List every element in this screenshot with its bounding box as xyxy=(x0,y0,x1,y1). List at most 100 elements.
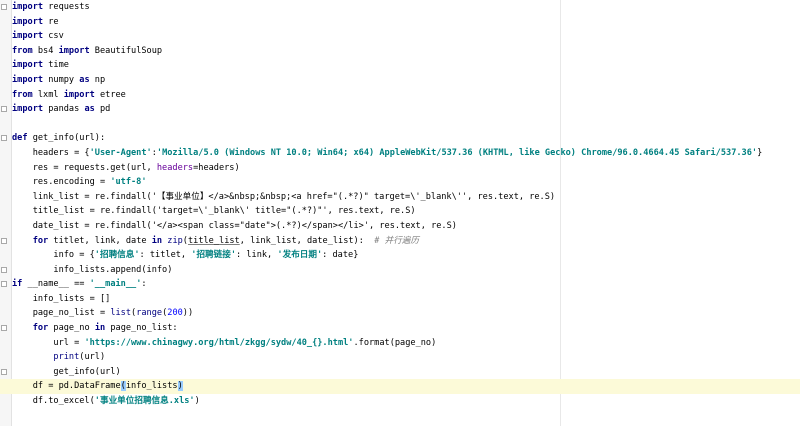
fold-marker-icon[interactable] xyxy=(1,368,7,375)
code-token-txt: pandas xyxy=(43,104,85,115)
code-token-txt: (url) xyxy=(79,352,106,363)
code-line[interactable]: url = 'https://www.chinagwy.org/html/zkg… xyxy=(0,336,800,351)
code-line[interactable]: df.to_excel('事业单位招聘信息.xls') xyxy=(0,394,800,409)
code-line[interactable]: from bs4 import BeautifulSoup xyxy=(0,44,800,59)
code-token-builtin: range xyxy=(136,308,163,319)
code-line[interactable]: date_list = re.findall('</a><span class=… xyxy=(0,219,800,234)
code-line[interactable]: headers = {'User-Agent':'Mozilla/5.0 (Wi… xyxy=(0,146,800,161)
code-token-kw: in xyxy=(151,235,163,246)
code-line[interactable]: info_lists.append(info) xyxy=(0,263,800,278)
code-token-kw: in xyxy=(94,323,106,334)
code-line[interactable]: print(url) xyxy=(0,350,800,365)
code-line[interactable]: if __name__ == '__main__': xyxy=(0,277,800,292)
code-token-txt: BeautifulSoup xyxy=(89,45,163,56)
code-token-txt: title_list = re.findall('target=\'_blank… xyxy=(12,206,416,217)
code-token-kw: import xyxy=(12,60,44,71)
code-line[interactable]: import time xyxy=(0,58,800,73)
code-token-under: title_list xyxy=(187,235,240,246)
code-lines[interactable]: import requests import re import csv from b… xyxy=(0,0,800,409)
code-token-txt: df = pd.DataFrame xyxy=(12,381,121,392)
code-token-txt: numpy xyxy=(43,74,80,85)
code-line[interactable]: page_no_list = list(range(200)) xyxy=(0,306,800,321)
code-line[interactable]: import re xyxy=(0,15,800,30)
fold-marker-icon[interactable] xyxy=(1,237,7,244)
code-token-txt: time xyxy=(43,60,69,71)
code-token-txt: __name__ == xyxy=(22,279,90,290)
code-editor[interactable]: import requests import re import csv from b… xyxy=(0,0,800,426)
code-line[interactable]: res = requests.get(url, headers=headers) xyxy=(0,161,800,176)
code-line[interactable]: import requests xyxy=(0,0,800,15)
code-token-kw: as xyxy=(79,74,90,85)
code-token-kw: def xyxy=(12,133,28,144)
code-line[interactable]: import csv xyxy=(0,29,800,44)
code-token-txt: } xyxy=(757,147,763,158)
code-line[interactable]: for page_no in page_no_list: xyxy=(0,321,800,336)
fold-marker-icon[interactable] xyxy=(1,106,7,113)
code-token-txt: , link_list, date_list): xyxy=(239,235,375,246)
code-line[interactable]: import numpy as np xyxy=(0,73,800,88)
code-token-txt: page_no_list = xyxy=(12,308,111,319)
code-token-str: '发布日期' xyxy=(277,250,323,261)
code-token-str: 'Mozilla/5.0 (Windows NT 10.0; Win64; x6… xyxy=(156,147,758,158)
code-token-match: ) xyxy=(177,381,183,392)
code-token-str: 'https://www.chinagwy.org/html/zkgg/sydw… xyxy=(84,337,354,348)
code-line[interactable]: def get_info(url): xyxy=(0,131,800,146)
code-line[interactable]: for titlet, link, date in zip(title_list… xyxy=(0,234,800,249)
code-line[interactable]: from lxml import etree xyxy=(0,88,800,103)
code-token-builtin: print xyxy=(53,352,80,363)
code-token-kwarg: headers xyxy=(156,162,194,173)
code-token-kw: if xyxy=(12,279,23,290)
code-line[interactable]: link_list = re.findall('【事业单位】</a>&nbsp;… xyxy=(0,190,800,205)
code-token-str: '招聘信息' xyxy=(94,250,140,261)
code-token-txt: : xyxy=(141,279,147,290)
code-line[interactable]: info = {'招聘信息': titlet, '招聘链接': link, '发… xyxy=(0,248,800,263)
fold-marker-icon[interactable] xyxy=(1,281,7,288)
fold-marker-icon[interactable] xyxy=(1,266,7,273)
code-token-str: 'utf-8' xyxy=(110,177,147,188)
code-line[interactable]: res.encoding = 'utf-8' xyxy=(0,175,800,190)
code-token-kw: import xyxy=(12,2,44,12)
code-token-txt: df.to_excel( xyxy=(12,396,95,407)
code-token-txt: headers = { xyxy=(12,147,90,158)
code-token-num: 200 xyxy=(167,308,183,319)
code-token-kw: from xyxy=(12,45,33,56)
code-token-txt: pd xyxy=(94,104,111,115)
code-line-current[interactable]: df = pd.DataFrame(info_lists) xyxy=(0,379,800,395)
code-token-txt: info_lists.append(info) xyxy=(12,264,173,275)
code-token-str: '事业单位招聘信息.xls' xyxy=(94,396,195,407)
code-token-kw: import xyxy=(12,16,44,27)
code-token-kw: for xyxy=(32,235,49,246)
code-token-builtin: list xyxy=(110,308,132,319)
code-token-txt: res = requests.get(url, xyxy=(12,162,157,173)
code-line[interactable] xyxy=(0,117,800,132)
code-token-kw: import xyxy=(12,31,44,42)
code-token-kw: import xyxy=(12,74,44,85)
code-token-kw: for xyxy=(32,323,49,334)
code-token-txt: res.encoding = xyxy=(12,177,111,188)
code-line[interactable]: info_lists = [] xyxy=(0,292,800,307)
fold-marker-icon[interactable] xyxy=(1,325,7,332)
code-token-txt: url = xyxy=(12,337,85,348)
code-token-txt: info_lists xyxy=(125,381,178,392)
fold-marker-icon[interactable] xyxy=(1,135,7,142)
code-line[interactable]: import pandas as pd xyxy=(0,102,800,117)
code-token-txt: date_list = re.findall('</a><span class=… xyxy=(12,220,457,231)
code-token-txt: link_list = re.findall('【事业单位】</a>&nbsp;… xyxy=(12,191,556,202)
code-token-builtin: zip xyxy=(167,235,183,246)
code-token-txt: get_info(url): xyxy=(27,133,106,144)
code-line[interactable]: get_info(url) xyxy=(0,365,800,380)
code-token-txt: etree xyxy=(94,89,126,100)
code-token-txt: csv xyxy=(43,31,64,42)
code-token-cmt: # 并行遍历 xyxy=(374,235,419,246)
code-token-str: '招聘链接' xyxy=(191,250,237,261)
code-token-txt: =headers) xyxy=(193,162,240,173)
code-token-txt: )) xyxy=(182,308,194,319)
code-token-txt: bs4 xyxy=(32,45,59,56)
code-line[interactable]: title_list = re.findall('target=\'_blank… xyxy=(0,204,800,219)
code-token-txt: .format(page_no) xyxy=(353,337,437,348)
code-token-txt: get_info(url) xyxy=(12,366,121,377)
fold-marker-icon[interactable] xyxy=(1,4,7,10)
